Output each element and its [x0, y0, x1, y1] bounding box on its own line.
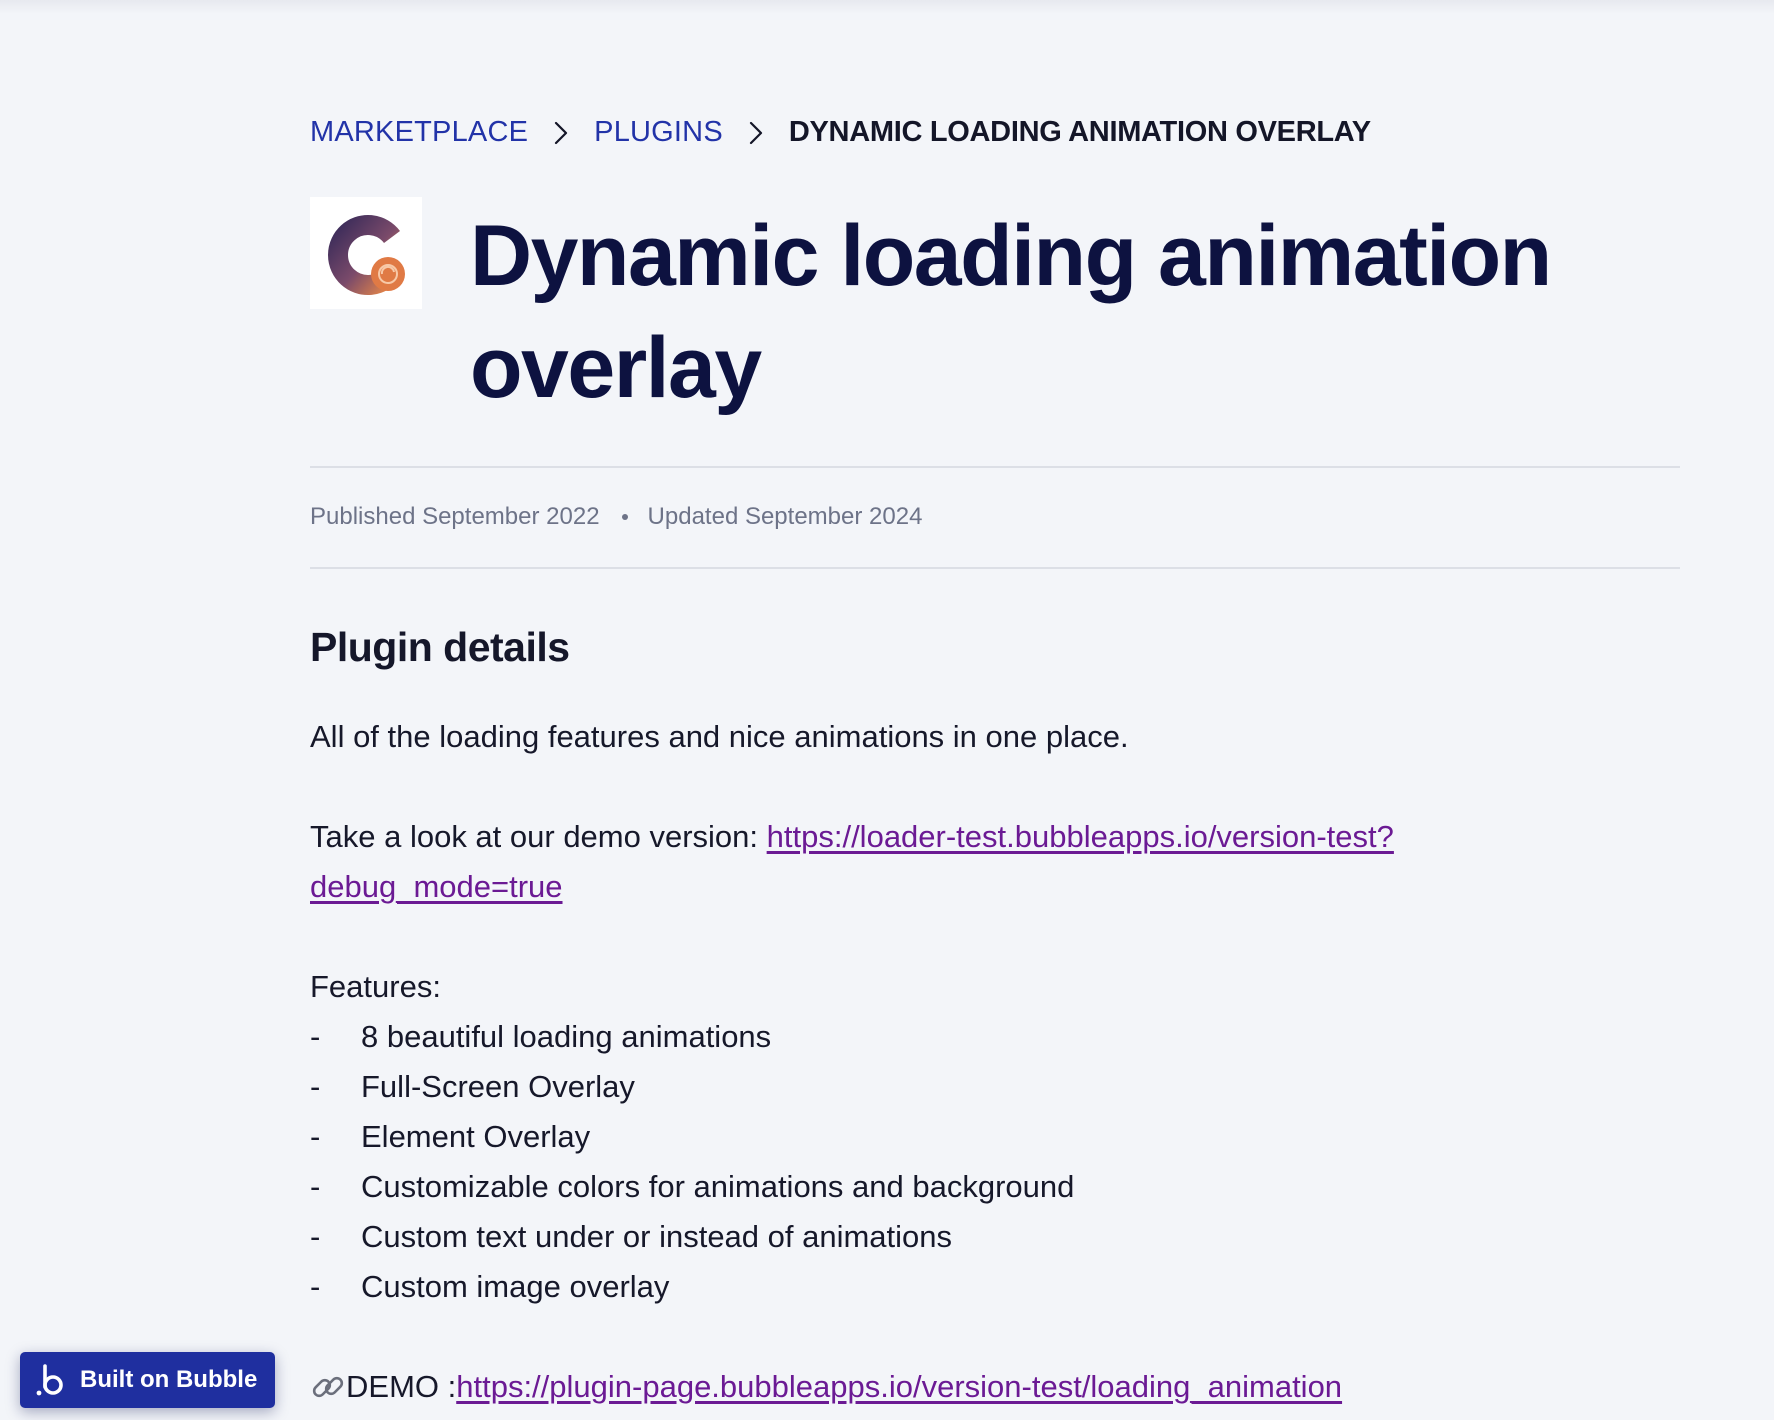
divider [310, 466, 1680, 468]
demo-page-line: DEMO : https://plugin-page.bubbleapps.io… [310, 1362, 1610, 1412]
feature-text: Custom image overlay [361, 1269, 670, 1304]
breadcrumb-plugins-link[interactable]: PLUGINS [594, 116, 723, 149]
link-icon [310, 1369, 346, 1405]
demo-paragraph: Take a look at our demo version: https:/… [310, 812, 1610, 912]
features-list: - 8 beautiful loading animations - Full-… [310, 1012, 1610, 1312]
list-item: - Custom image overlay [310, 1262, 1610, 1312]
updated-date: Updated September 2024 [647, 503, 923, 530]
intro-text: All of the loading features and nice ani… [310, 719, 1129, 754]
chevron-right-icon [528, 118, 594, 148]
plugin-logo [310, 197, 422, 309]
top-shadow [0, 0, 1774, 14]
bubble-logo-icon [36, 1364, 63, 1396]
demo-page-link[interactable]: https://plugin-page.bubbleapps.io/versio… [456, 1362, 1342, 1412]
list-dash: - [310, 1019, 321, 1054]
list-dash: - [310, 1269, 321, 1304]
list-dash: - [310, 1119, 321, 1154]
breadcrumb-marketplace-link[interactable]: MARKETPLACE [310, 116, 528, 149]
list-item: - Custom text under or instead of animat… [310, 1212, 1610, 1262]
divider [310, 567, 1680, 569]
page-title: Dynamic loading animation overlay [470, 208, 1552, 416]
feature-text: 8 beautiful loading animations [361, 1019, 772, 1054]
publish-info: Published September 2022 Updated Septemb… [310, 503, 922, 531]
feature-text: Customizable colors for animations and b… [361, 1169, 1075, 1204]
plugin-logo-c-icon [328, 215, 405, 295]
feature-text: Custom text under or instead of animatio… [361, 1219, 953, 1254]
published-date: Published September 2022 [310, 503, 600, 530]
list-item: - 8 beautiful loading animations [310, 1012, 1610, 1062]
breadcrumb: MARKETPLACE PLUGINS DYNAMIC LOADING ANIM… [310, 116, 1371, 149]
section-title: Plugin details [310, 624, 570, 670]
feature-text: Element Overlay [361, 1119, 591, 1154]
list-item: - Full-Screen Overlay [310, 1062, 1610, 1112]
breadcrumb-current: DYNAMIC LOADING ANIMATION OVERLAY [788, 116, 1371, 148]
list-item: - Customizable colors for animations and… [310, 1162, 1610, 1212]
feature-text: Full-Screen Overlay [361, 1069, 635, 1104]
list-dash: - [310, 1069, 321, 1104]
demo-prefix: Take a look at our demo version: [310, 819, 767, 854]
built-on-bubble-badge[interactable]: Built on Bubble [20, 1352, 275, 1408]
plugin-description: All of the loading features and nice ani… [310, 712, 1610, 1412]
list-dash: - [310, 1219, 321, 1254]
demo-label: DEMO : [346, 1369, 457, 1404]
chevron-right-icon [723, 118, 789, 148]
list-item: - Element Overlay [310, 1112, 1610, 1162]
features-label: Features: [310, 969, 441, 1004]
badge-label: Built on Bubble [80, 1366, 258, 1393]
separator-dot [621, 514, 628, 520]
list-dash: - [310, 1169, 321, 1204]
